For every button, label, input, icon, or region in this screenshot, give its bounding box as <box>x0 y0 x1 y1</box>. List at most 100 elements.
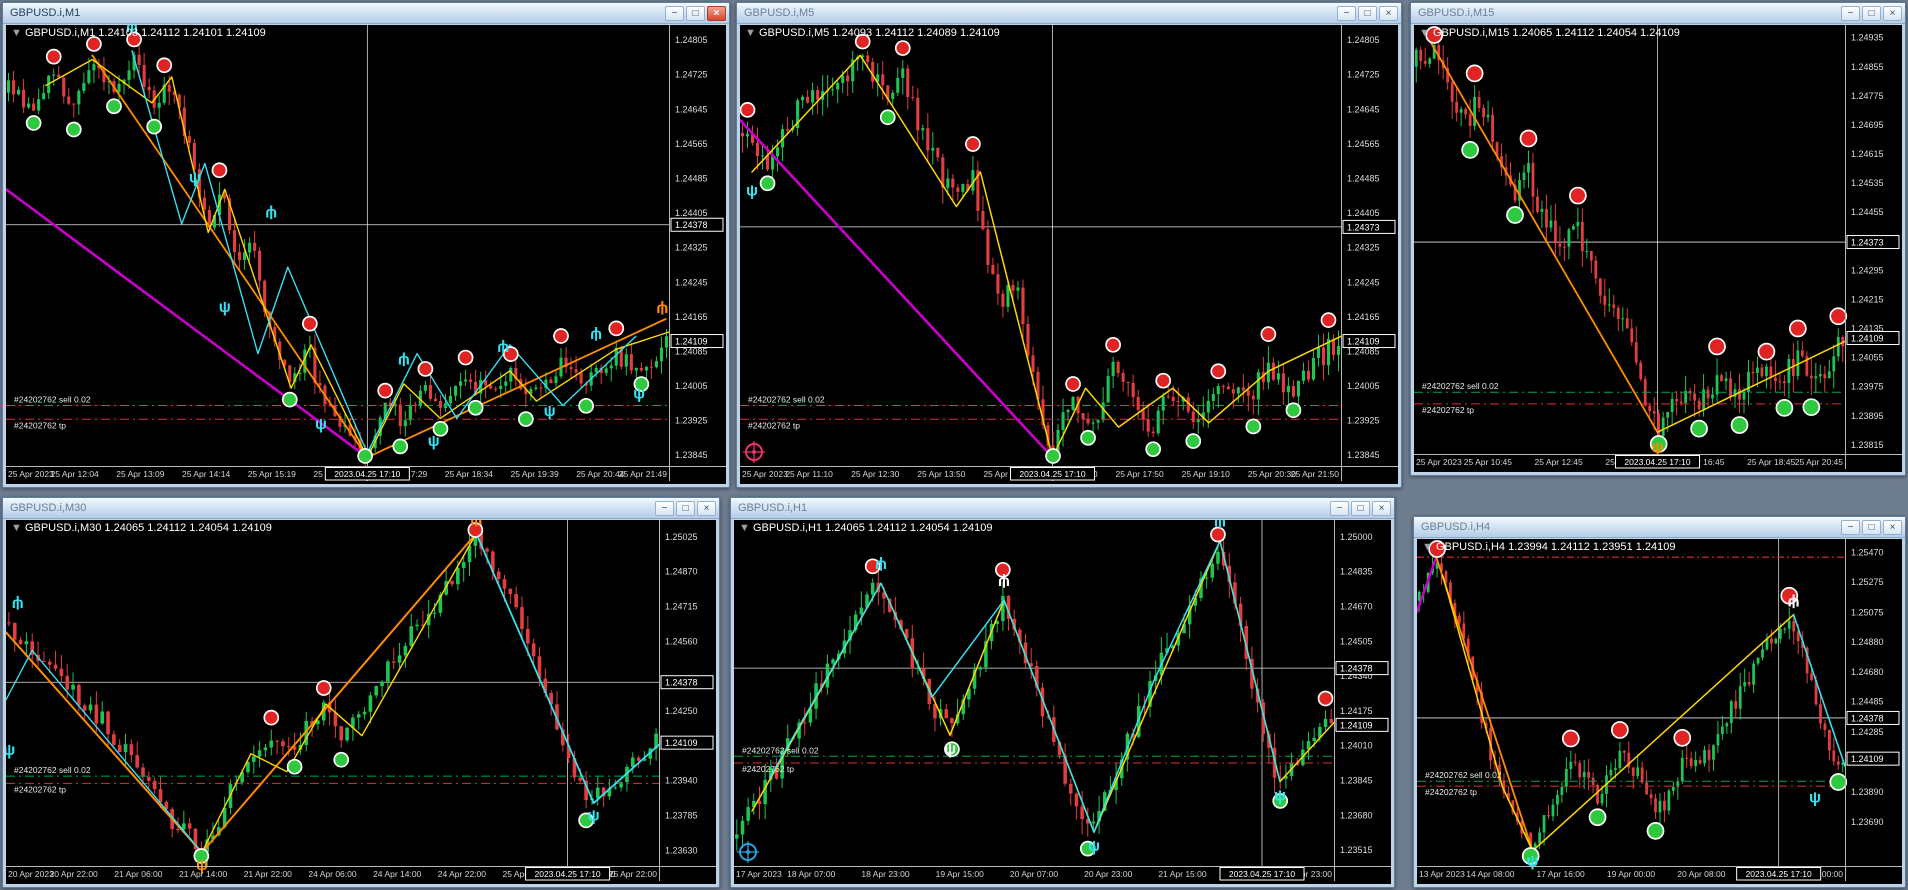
ohlc-header: ▼ GBPUSD.i,H1 1.24065 1.24112 1.24054 1.… <box>739 522 992 534</box>
trident-down-icon: ψ <box>1788 594 1800 611</box>
close-button[interactable]: × <box>707 5 726 21</box>
svg-text:1.23785: 1.23785 <box>665 810 698 820</box>
chart-window-m15[interactable]: GBPUSD.i,M15 − □ × #24202762 sell 0.02 #24202… <box>1410 2 1906 476</box>
time-axis[interactable]: 25 Apr 202325 Apr 10:45 25 Apr 12:45 25 Ap… <box>1416 455 1843 469</box>
svg-text:18 Apr 07:00: 18 Apr 07:00 <box>787 869 835 879</box>
time-axis[interactable]: 25 Apr 202325 Apr 11:10 25 Apr 12:30 25 Ap… <box>742 467 1339 481</box>
buy-signal <box>879 109 896 126</box>
svg-text:1.23690: 1.23690 <box>1851 817 1884 827</box>
sell-signal <box>608 320 625 337</box>
chart-window-m5[interactable]: GBPUSD.i,M5 − □ × #24202762 sell 0.02 #242027… <box>736 2 1402 488</box>
trident-up-icon: ψ <box>428 433 440 450</box>
svg-text:1.24485: 1.24485 <box>675 173 708 183</box>
tp-order-label: #24202762 tp <box>14 784 66 794</box>
buy-signal <box>467 399 484 416</box>
chart-window-h4[interactable]: GBPUSD.i,H4− □ × #24202762 sell 0.02 #242027… <box>1413 516 1906 888</box>
svg-text:1.24055: 1.24055 <box>1851 353 1884 363</box>
buy-signal <box>1802 398 1821 417</box>
close-button[interactable]: × <box>1883 519 1902 535</box>
zigzag-layer <box>740 54 1342 459</box>
minimize-button[interactable]: − <box>1841 519 1860 535</box>
price-axis[interactable]: 1.24935 1.24855 1.24775 1.24695 1.24615 1.245… <box>1846 33 1900 450</box>
svg-text:1.23845: 1.23845 <box>1340 776 1373 786</box>
titlebar[interactable]: GBPUSD.i,M1 − □ × <box>3 3 729 24</box>
chart-window-h1[interactable]: GBPUSD.i,H1− □ × #24202762 sell 0.02 #242027… <box>730 497 1395 888</box>
sell-signal <box>1105 336 1121 353</box>
restore-button[interactable]: □ <box>686 5 705 21</box>
titlebar[interactable]: GBPUSD.i,H1 − □ × <box>731 498 1394 519</box>
svg-text:25 Apr 17:50: 25 Apr 17:50 <box>1116 469 1164 479</box>
svg-text:1.24565: 1.24565 <box>675 139 708 149</box>
titlebar[interactable]: GBPUSD.i,M15 − □ × <box>1411 3 1905 24</box>
titlebar[interactable]: GBPUSD.i,M30 − □ × <box>3 498 719 519</box>
chart-svg-m30: #24202762 sell 0.02#24202762 tpψψψψψ1.25… <box>6 520 716 881</box>
chart-canvas[interactable]: #24202762 sell 0.02 #24202762 tp ψ 1.24935 1… <box>1414 25 1902 472</box>
trident-down-icon: ψ <box>590 326 602 343</box>
price-axis[interactable]: 1.250001.248351.246701.245051.243401.241… <box>1335 532 1389 855</box>
ohlc-header: ▼ GBPUSD.i,M5 1.24093 1.24112 1.24089 1.… <box>745 27 1000 39</box>
titlebar[interactable]: GBPUSD.i,H4 − □ × <box>1414 517 1905 538</box>
buy-signal <box>357 448 373 464</box>
trident-up-icon: ψ <box>6 742 15 759</box>
restore-button[interactable]: □ <box>676 500 695 516</box>
svg-text:1.23925: 1.23925 <box>1347 416 1380 426</box>
svg-text:1.24835: 1.24835 <box>1340 567 1373 577</box>
svg-text:1.24505: 1.24505 <box>1340 636 1373 646</box>
buy-signal <box>1775 399 1794 417</box>
svg-text:1.24250: 1.24250 <box>665 706 698 716</box>
minimize-button[interactable]: − <box>1337 5 1356 21</box>
svg-text:1.24373: 1.24373 <box>1851 238 1884 248</box>
minimize-button[interactable]: − <box>665 5 684 21</box>
sell-signal <box>1708 337 1726 356</box>
restore-button[interactable]: □ <box>1351 500 1370 516</box>
svg-text:21 Apr 22:00: 21 Apr 22:00 <box>244 869 292 879</box>
titlebar[interactable]: GBPUSD.i,M5 − □ × <box>737 3 1401 24</box>
price-axis[interactable]: 1.24805 1.24725 1.24645 1.24565 1.24485 1.244… <box>1342 35 1396 460</box>
close-button[interactable]: × <box>1372 500 1391 516</box>
svg-text:1.25075: 1.25075 <box>1851 607 1884 617</box>
svg-text:20 Apr 07:00: 20 Apr 07:00 <box>1010 869 1058 879</box>
time-axis[interactable]: 25 Apr 202325 Apr 12:04 25 Apr 13:09 25 Ap… <box>8 467 667 481</box>
close-button[interactable]: × <box>1379 5 1398 21</box>
sell-signal <box>45 48 62 65</box>
minimize-button[interactable]: − <box>1330 500 1349 516</box>
chart-window-m1[interactable]: GBPUSD.i,M1− □ × #24202762 sell 0.02 #242027… <box>2 2 730 488</box>
price-axis[interactable]: 1.24805 1.24725 1.24645 1.24565 1.24485 1.244… <box>670 35 724 460</box>
restore-button[interactable]: □ <box>1862 5 1881 21</box>
restore-button[interactable]: □ <box>1358 5 1377 21</box>
minimize-button[interactable]: − <box>655 500 674 516</box>
time-axis[interactable]: 20 Apr 202320 Apr 22:00 21 Apr 06:00 21 Ap… <box>8 867 657 881</box>
minimize-button[interactable]: − <box>1841 5 1860 21</box>
buy-signal <box>1506 206 1524 224</box>
trident-down-icon: ψ <box>998 573 1010 590</box>
candles-layer <box>740 50 1341 459</box>
chart-canvas[interactable]: #24202762 sell 0.02 #24202762 tp ψ ψ ψ ψ ψ ψ ψ ψ ψ… <box>6 25 726 484</box>
chart-window-m30[interactable]: GBPUSD.i,M30 − □ × #24202762 sell 0.02 #24202… <box>2 497 720 888</box>
svg-text:24 Apr 06:00: 24 Apr 06:00 <box>308 869 356 879</box>
sell-signal <box>1789 319 1807 338</box>
ea-status-icon[interactable] <box>737 841 759 863</box>
close-button[interactable]: × <box>1883 5 1902 21</box>
price-axis[interactable]: 1.25025 1.24870 1.24715 1.24560 1.24250 1.239… <box>660 532 714 855</box>
price-axis[interactable]: 1.25470 1.25275 1.25075 1.24880 1.24680 1.244… <box>1846 548 1900 827</box>
close-button[interactable]: × <box>697 500 716 516</box>
ohlc-header: ▼ GBPUSD.i,M30 1.24065 1.24112 1.24054 1… <box>11 522 272 534</box>
sell-signal <box>1829 307 1848 326</box>
svg-text:1.24005: 1.24005 <box>675 381 708 391</box>
ohlc-header: ▼ GBPUSD.i,H4 1.23994 1.24112 1.23951 1.… <box>1422 541 1675 553</box>
restore-button[interactable]: □ <box>1862 519 1881 535</box>
time-axis[interactable]: 13 Apr 2023 14 Apr 08:00 17 Apr 16:00 19 Ap… <box>1419 867 1843 881</box>
time-axis[interactable]: 17 Apr 2023 18 Apr 07:00 18 Apr 23:00 19 Ap… <box>736 867 1332 881</box>
window-controls: − □ × <box>1337 5 1398 21</box>
svg-text:17 Apr 2023: 17 Apr 2023 <box>736 869 782 879</box>
ea-status-icon[interactable] <box>743 441 765 463</box>
buy-signal <box>106 98 122 115</box>
chart-canvas[interactable]: #24202762 sell 0.02 #24202762 tp ψ ψ ψ 1.2547… <box>1417 539 1902 884</box>
chart-canvas[interactable]: #24202762 sell 0.02 #24202762 tp ψ ψ ψ ψ ψ 1.25… <box>6 520 716 884</box>
chart-canvas[interactable]: #24202762 sell 0.02 #24202762 tp ψ ψ ψ ψ ψ ψ 1.2… <box>734 520 1391 884</box>
chart-canvas[interactable]: #24202762 sell 0.02#24202762 tpψψ1.24805… <box>740 25 1398 484</box>
svg-text:18 Apr 23:00: 18 Apr 23:00 <box>861 869 909 879</box>
svg-text:1.24880: 1.24880 <box>1851 637 1884 647</box>
buy-signal <box>1285 402 1302 419</box>
svg-text:21 Apr 06:00: 21 Apr 06:00 <box>114 869 162 879</box>
